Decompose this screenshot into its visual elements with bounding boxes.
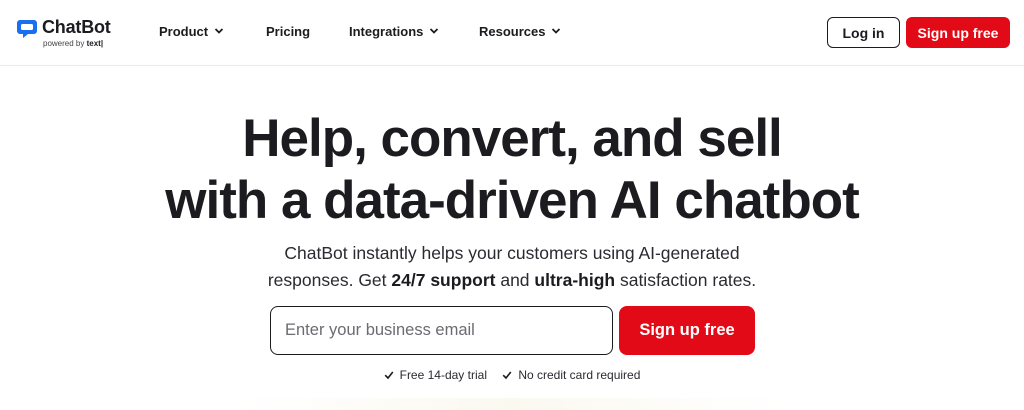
brand-name: ChatBot — [42, 17, 111, 37]
subtitle-highlight: 24/7 support — [391, 270, 496, 290]
signup-button-hero[interactable]: Sign up free — [619, 306, 755, 355]
nav-item-label: Product — [159, 24, 209, 39]
hero-subtitle: ChatBot instantly helps your customers u… — [0, 240, 1024, 294]
chatbot-logo[interactable]: ChatBot powered by text| — [16, 17, 116, 49]
nav-item-product[interactable]: Product — [159, 24, 224, 42]
checkmark-icon — [384, 371, 394, 380]
nav-item-label: Integrations — [349, 24, 424, 39]
perk-item: Free 14-day trial — [384, 368, 487, 382]
perk-label: Free 14-day trial — [399, 368, 487, 382]
chevron-down-icon — [552, 27, 561, 34]
hero-title: Help, convert, and sell with a data-driv… — [0, 108, 1024, 232]
subtitle-text: responses. Get — [267, 270, 392, 290]
nav-item-label: Pricing — [266, 24, 311, 39]
hero-title-line2: with a data-driven AI chatbot — [165, 171, 859, 230]
hero-title-line1: Help, convert, and sell — [242, 109, 783, 168]
nav-item-pricing[interactable]: Pricing — [266, 24, 310, 42]
subtitle-text: and — [495, 270, 535, 290]
chevron-down-icon — [430, 27, 439, 34]
perk-label: No credit card required — [518, 368, 641, 382]
nav-item-integrations[interactable]: Integrations — [349, 24, 439, 42]
checkmark-icon — [502, 371, 512, 380]
subtitle-text: ChatBot instantly helps your customers u… — [284, 243, 740, 263]
perk-item: No credit card required — [502, 368, 640, 382]
site-header: ChatBot powered by text| Product Pricing… — [0, 0, 1024, 66]
nav-item-resources[interactable]: Resources — [479, 24, 561, 42]
subtitle-text: satisfaction rates. — [615, 270, 757, 290]
nav-item-label: Resources — [479, 24, 546, 39]
business-email-input[interactable] — [270, 306, 613, 355]
perks-list: Free 14-day trial No credit card require… — [0, 368, 1024, 382]
subtitle-highlight: ultra-high — [534, 270, 616, 290]
chevron-down-icon — [214, 27, 224, 34]
signup-button-header[interactable]: Sign up free — [906, 17, 1010, 48]
login-button[interactable]: Log in — [827, 17, 900, 48]
chat-bubble-icon — [17, 20, 37, 38]
powered-by-label: powered by text| — [43, 39, 104, 48]
hero-image-edge — [240, 398, 784, 410]
